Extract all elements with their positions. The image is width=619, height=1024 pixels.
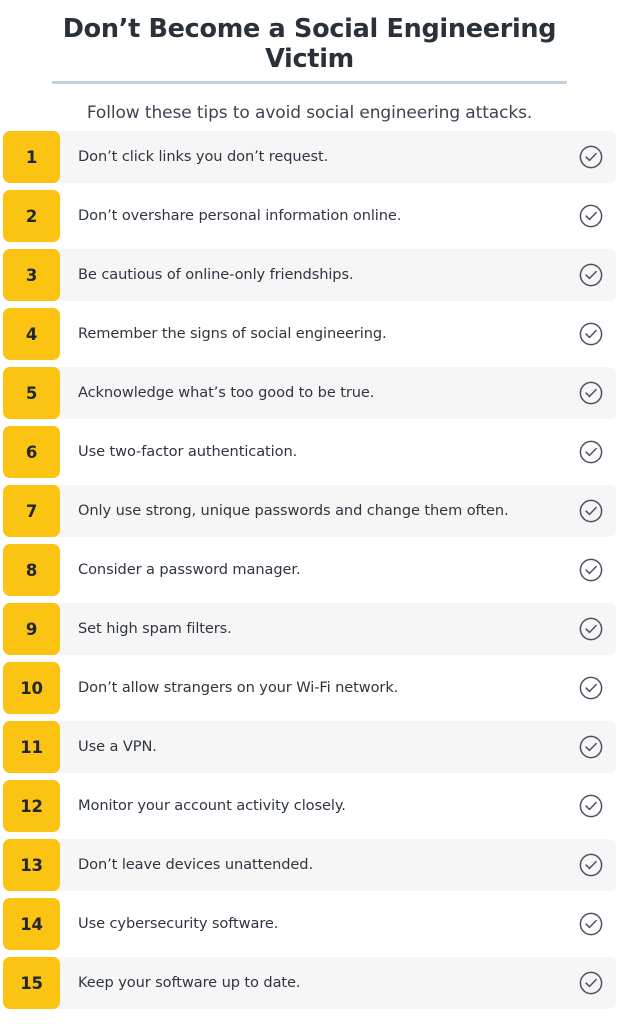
check-circle-icon[interactable]: [563, 898, 619, 950]
list-item[interactable]: 8 Consider a password manager.: [0, 544, 619, 596]
list-item[interactable]: 7 Only use strong, unique passwords and c…: [0, 485, 619, 537]
list-item-number-badge: 7: [3, 485, 60, 537]
check-circle-icon[interactable]: [563, 780, 619, 832]
list-item-number-badge: 1: [3, 131, 60, 183]
list-item-number-badge: 12: [3, 780, 60, 832]
list-item[interactable]: 2 Don’t overshare personal information on…: [0, 190, 619, 242]
list-item[interactable]: 15 Keep your software up to date.: [0, 957, 619, 1009]
list-item-text: Remember the signs of social engineering…: [78, 324, 387, 342]
list-item-number-badge: 6: [3, 426, 60, 478]
list-item-text: Don’t overshare personal information onl…: [78, 206, 402, 224]
check-circle-icon[interactable]: [563, 485, 619, 537]
list-item-number-badge: 15: [3, 957, 60, 1009]
list-item[interactable]: 9 Set high spam filters.: [0, 603, 619, 655]
list-item-text: Only use strong, unique passwords and ch…: [78, 501, 509, 519]
check-circle-icon[interactable]: [563, 426, 619, 478]
check-circle-icon[interactable]: [563, 308, 619, 360]
infographic-page: Don’t Become a Social Engineering Victim…: [0, 0, 619, 1024]
check-circle-icon[interactable]: [563, 957, 619, 1009]
list-item-number-badge: 14: [3, 898, 60, 950]
list-item-text: Consider a password manager.: [78, 560, 301, 578]
list-item[interactable]: 10 Don’t allow strangers on your Wi-Fi ne…: [0, 662, 619, 714]
check-circle-icon[interactable]: [563, 190, 619, 242]
list-item[interactable]: 11 Use a VPN.: [0, 721, 619, 773]
check-circle-icon[interactable]: [563, 544, 619, 596]
check-circle-icon[interactable]: [563, 131, 619, 183]
list-item-text: Use cybersecurity software.: [78, 914, 279, 932]
list-item[interactable]: 12 Monitor your account activity closely.: [0, 780, 619, 832]
list-item-text: Keep your software up to date.: [78, 973, 301, 991]
list-item-number-badge: 8: [3, 544, 60, 596]
list-item-number-badge: 13: [3, 839, 60, 891]
list-item[interactable]: 3 Be cautious of online-only friendships.: [0, 249, 619, 301]
list-item[interactable]: 14 Use cybersecurity software.: [0, 898, 619, 950]
check-circle-icon[interactable]: [563, 603, 619, 655]
list-item-text: Be cautious of online-only friendships.: [78, 265, 354, 283]
list-item[interactable]: 4 Remember the signs of social engineerin…: [0, 308, 619, 360]
list-item-number-badge: 9: [3, 603, 60, 655]
check-circle-icon[interactable]: [563, 721, 619, 773]
check-circle-icon[interactable]: [563, 367, 619, 419]
list-item-text: Don’t click links you don’t request.: [78, 147, 329, 165]
list-item-text: Acknowledge what’s too good to be true.: [78, 383, 375, 401]
list-item-text: Set high spam filters.: [78, 619, 232, 637]
list-item[interactable]: 1 Don’t click links you don’t request.: [0, 131, 619, 183]
check-circle-icon[interactable]: [563, 662, 619, 714]
page-title: Don’t Become a Social Engineering Victim: [62, 14, 557, 75]
list-item[interactable]: 6 Use two-factor authentication.: [0, 426, 619, 478]
list-item-text: Monitor your account activity closely.: [78, 796, 346, 814]
list-item-text: Don’t leave devices unattended.: [78, 855, 313, 873]
check-circle-icon[interactable]: [563, 839, 619, 891]
list-item-number-badge: 5: [3, 367, 60, 419]
page-subtitle: Follow these tips to avoid social engine…: [86, 103, 533, 124]
list-item-number-badge: 4: [3, 308, 60, 360]
list-item-number-badge: 2: [3, 190, 60, 242]
header: Don’t Become a Social Engineering Victim…: [0, 0, 619, 124]
list-item-number-badge: 11: [3, 721, 60, 773]
list-item-number-badge: 3: [3, 249, 60, 301]
list-item-text: Use a VPN.: [78, 737, 157, 755]
tips-list: 1 Don’t click links you don’t request. 2 Do…: [0, 131, 619, 1016]
check-circle-icon[interactable]: [563, 249, 619, 301]
list-item-text: Use two-factor authentication.: [78, 442, 298, 460]
list-item[interactable]: 5 Acknowledge what’s too good to be true.: [0, 367, 619, 419]
list-item-text: Don’t allow strangers on your Wi-Fi netw…: [78, 678, 399, 696]
list-item[interactable]: 13 Don’t leave devices unattended.: [0, 839, 619, 891]
list-item-number-badge: 10: [3, 662, 60, 714]
